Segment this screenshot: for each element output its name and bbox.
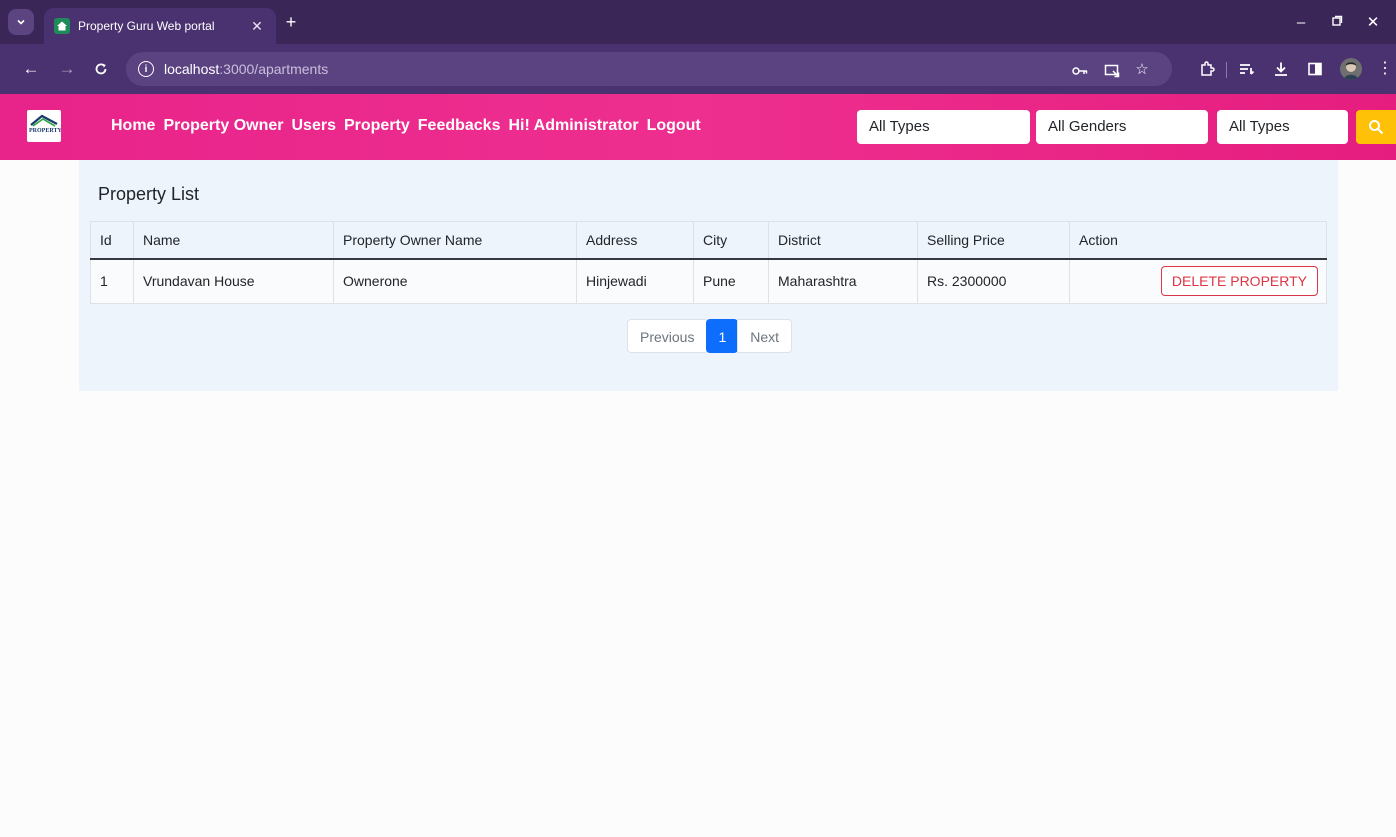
profile-avatar[interactable] xyxy=(1340,58,1362,80)
page-title: Property List xyxy=(98,184,200,204)
cell-district: Maharashtra xyxy=(768,258,918,304)
browser-toolbar: ← → i localhost:3000/apartments ☆ ⋮ xyxy=(0,44,1396,94)
browser-tabstrip: Property Guru Web portal ✕ + – ✕ xyxy=(0,0,1396,44)
key-icon[interactable] xyxy=(1070,60,1090,81)
search-icon xyxy=(1369,120,1384,135)
pagination: Previous 1 Next xyxy=(627,319,793,353)
toolbar-divider xyxy=(1226,62,1227,78)
forward-arrow-icon[interactable]: → xyxy=(56,58,78,80)
more-menu-icon[interactable]: ⋮ xyxy=(1374,58,1396,80)
property-list-card: Property List Id Name Property Owner Nam… xyxy=(79,160,1338,391)
nav-feedbacks[interactable]: Feedbacks xyxy=(418,117,501,135)
tab-title: Property Guru Web portal xyxy=(78,19,215,33)
col-name: Name xyxy=(133,221,334,260)
table-row: 1 Vrundavan House Ownerone Hinjewadi Pun… xyxy=(90,258,1327,304)
col-city: City xyxy=(693,221,769,260)
nav-users[interactable]: Users xyxy=(291,117,335,135)
url-path: :3000/apartments xyxy=(219,61,329,77)
pagination-previous[interactable]: Previous xyxy=(627,319,708,353)
cell-selling-price: Rs. 2300000 xyxy=(917,258,1070,304)
reload-icon[interactable] xyxy=(90,58,112,80)
pagination-page-1[interactable]: 1 xyxy=(706,319,739,353)
main-nav: Home Property Owner Users Property Feedb… xyxy=(111,117,701,135)
pagination-next[interactable]: Next xyxy=(737,319,793,353)
bookmark-star-icon[interactable]: ☆ xyxy=(1132,60,1152,78)
new-tab-button[interactable]: + xyxy=(281,12,301,32)
chevron-down-icon xyxy=(17,19,25,25)
cell-address: Hinjewadi xyxy=(576,258,694,304)
col-address: Address xyxy=(576,221,694,260)
reading-list-icon[interactable] xyxy=(1236,58,1258,80)
extensions-icon[interactable] xyxy=(1196,58,1218,80)
property-logo[interactable]: PROPERTY xyxy=(27,110,61,142)
table-header-row: Id Name Property Owner Name Address City… xyxy=(90,221,1327,260)
address-bar[interactable]: i localhost:3000/apartments ☆ xyxy=(126,52,1172,86)
cast-icon[interactable] xyxy=(1102,60,1122,82)
type-filter-select-2[interactable]: All Types xyxy=(1217,110,1348,144)
back-arrow-icon[interactable]: ← xyxy=(20,58,42,80)
col-owner: Property Owner Name xyxy=(333,221,577,260)
restore-window-icon[interactable] xyxy=(1326,12,1348,34)
minimize-icon[interactable]: – xyxy=(1290,12,1312,34)
tab-search-button[interactable] xyxy=(8,9,34,35)
cell-name: Vrundavan House xyxy=(133,258,334,304)
property-table: Id Name Property Owner Name Address City… xyxy=(90,221,1327,304)
type-filter-select[interactable]: All Types xyxy=(857,110,1030,144)
nav-property[interactable]: Property xyxy=(344,117,410,135)
side-panel-icon[interactable] xyxy=(1304,58,1326,80)
col-selling-price: Selling Price xyxy=(917,221,1070,260)
search-button[interactable] xyxy=(1356,110,1396,144)
col-action: Action xyxy=(1069,221,1327,260)
gender-filter-select[interactable]: All Genders xyxy=(1036,110,1208,144)
cell-city: Pune xyxy=(693,258,769,304)
logo-text: PROPERTY xyxy=(29,128,61,134)
cell-owner: Ownerone xyxy=(333,258,577,304)
nav-greeting[interactable]: Hi! Administrator xyxy=(508,117,638,135)
cell-action: DELETE PROPERTY xyxy=(1069,258,1327,304)
app-navbar: PROPERTY Home Property Owner Users Prope… xyxy=(0,94,1396,160)
nav-home[interactable]: Home xyxy=(111,117,155,135)
info-icon[interactable]: i xyxy=(138,61,154,77)
col-district: District xyxy=(768,221,918,260)
cell-id: 1 xyxy=(90,258,134,304)
url-host: localhost xyxy=(164,61,220,77)
browser-tab-active[interactable]: Property Guru Web portal ✕ xyxy=(44,8,276,44)
close-window-icon[interactable]: ✕ xyxy=(1362,12,1384,34)
nav-logout[interactable]: Logout xyxy=(647,117,701,135)
download-icon[interactable] xyxy=(1270,58,1292,80)
close-tab-icon[interactable]: ✕ xyxy=(248,18,266,35)
house-favicon-icon xyxy=(54,18,70,34)
delete-property-button[interactable]: DELETE PROPERTY xyxy=(1160,266,1318,297)
col-id: Id xyxy=(90,221,134,260)
nav-property-owner[interactable]: Property Owner xyxy=(163,117,283,135)
